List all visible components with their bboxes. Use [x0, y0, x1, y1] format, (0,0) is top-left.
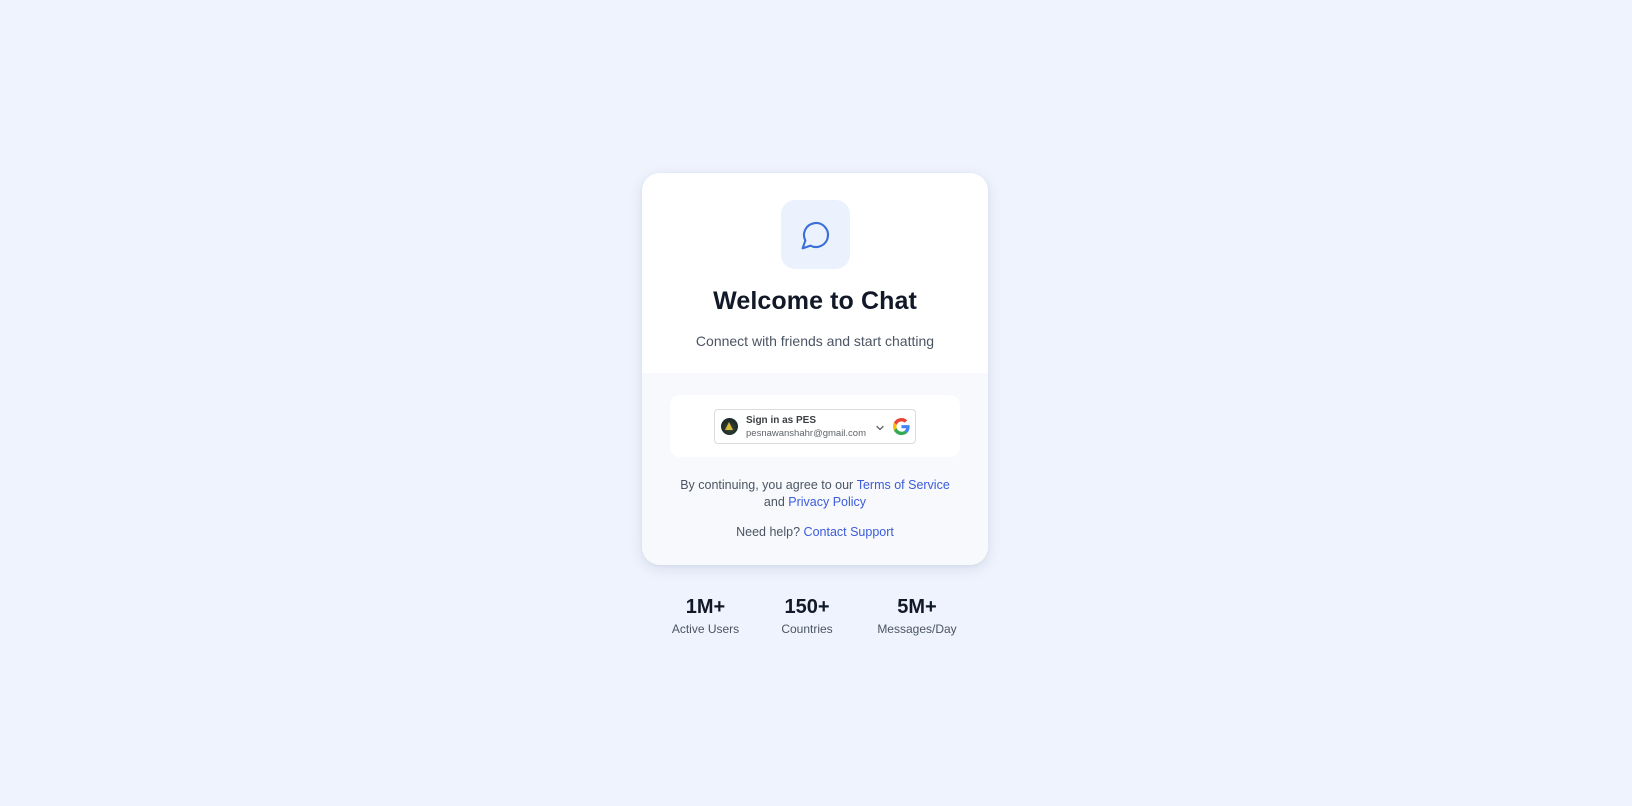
stat-value: 150+	[784, 596, 830, 618]
signin-email: pesnawanshahr@gmail.com	[746, 428, 867, 439]
legal-prefix: By continuing, you agree to our	[680, 478, 854, 492]
welcome-card: Welcome to Chat Connect with friends and…	[642, 173, 988, 565]
help-text: Need help? Contact Support	[642, 525, 988, 539]
card-footer: Sign in as PES pesnawanshahr@gmail.com B…	[642, 373, 988, 565]
app-logo	[781, 200, 850, 269]
page-title: Welcome to Chat	[713, 287, 917, 315]
chat-bubble-icon	[801, 221, 829, 249]
card-header: Welcome to Chat Connect with friends and…	[642, 173, 988, 373]
legal-notice: By continuing, you agree to our Terms of…	[662, 477, 968, 511]
help-prefix: Need help?	[736, 525, 801, 539]
signin-container: Sign in as PES pesnawanshahr@gmail.com	[670, 395, 960, 457]
stat-value: 1M+	[685, 596, 726, 618]
stat-countries: 150+ Countries	[777, 595, 837, 636]
signin-name: Sign in as PES	[746, 415, 817, 426]
google-icon	[893, 418, 910, 435]
stat-label: Messages/Day	[877, 622, 957, 636]
google-signin-button[interactable]: Sign in as PES pesnawanshahr@gmail.com	[714, 409, 916, 444]
stats-row: 1M+ Active Users 150+ Countries 5M+ Mess…	[642, 595, 988, 645]
page-subtitle: Connect with friends and start chatting	[695, 333, 935, 349]
stat-active-users: 1M+ Active Users	[668, 595, 743, 636]
terms-of-service-link[interactable]: Terms of Service	[857, 478, 950, 492]
contact-support-link[interactable]: Contact Support	[804, 525, 894, 539]
avatar	[721, 418, 738, 435]
stat-label: Active Users	[671, 622, 740, 636]
stat-messages-per-day: 5M+ Messages/Day	[872, 595, 962, 636]
privacy-policy-link[interactable]: Privacy Policy	[788, 495, 866, 509]
login-page: Welcome to Chat Connect with friends and…	[0, 0, 1632, 806]
legal-and: and	[763, 495, 785, 509]
chevron-down-icon[interactable]	[875, 423, 885, 433]
stat-label: Countries	[781, 622, 833, 636]
stat-value: 5M+	[897, 596, 937, 618]
